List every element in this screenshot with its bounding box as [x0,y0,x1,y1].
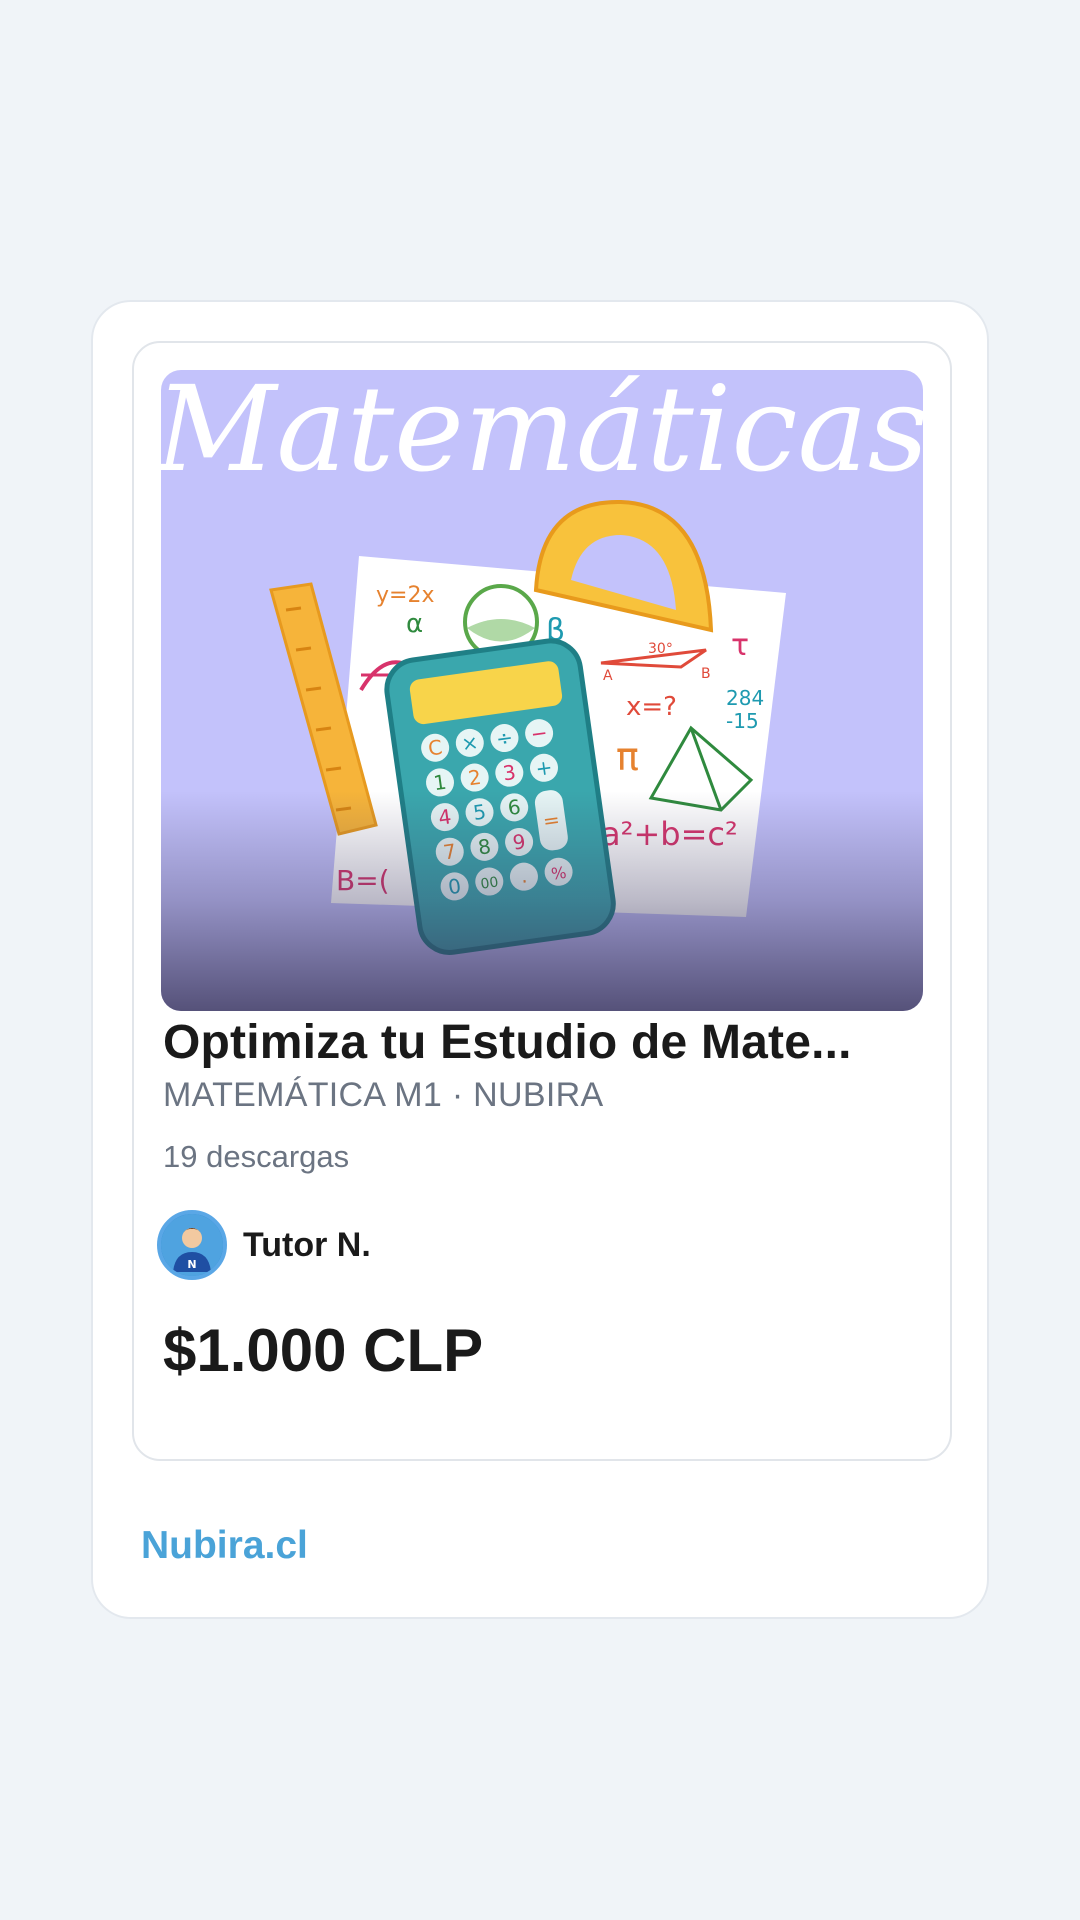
tutor-avatar-icon: N [161,1214,223,1276]
share-card: Matemáticas y=2x α β τ 30° A B x=? 284 -… [91,300,989,1619]
svg-text:−: − [529,720,549,746]
svg-text:+: + [534,755,554,781]
download-count: 19 descargas [163,1139,350,1174]
svg-text:x=?: x=? [626,692,677,722]
avatar: N [157,1210,227,1280]
product-card[interactable]: Matemáticas y=2x α β τ 30° A B x=? 284 -… [132,341,952,1461]
svg-text:π: π [616,735,639,779]
author-name: Tutor N. [243,1225,371,1264]
svg-text:-15: -15 [726,709,759,733]
brand-link[interactable]: Nubira.cl [141,1524,308,1568]
svg-text:N: N [187,1258,196,1271]
svg-text:B: B [701,666,711,682]
cover-title-text: Matemáticas [161,370,923,498]
svg-text:A: A [603,668,613,684]
cover-gradient-overlay [161,791,923,1011]
svg-text:α: α [406,609,423,639]
author-row[interactable]: N Tutor N. [157,1210,371,1280]
product-cover-image[interactable]: Matemáticas y=2x α β τ 30° A B x=? 284 -… [161,370,923,1011]
svg-text:y=2x: y=2x [376,583,434,608]
product-subject-line: MATEMÁTICA M1 · NUBIRA [163,1076,604,1114]
svg-text:÷: ÷ [494,725,514,751]
svg-text:30°: 30° [648,641,673,657]
svg-text:284: 284 [726,686,764,710]
product-price: $1.000 CLP [163,1317,484,1384]
product-title[interactable]: Optimiza tu Estudio de Mate... [163,1015,923,1070]
svg-text:τ: τ [731,628,749,663]
svg-text:×: × [460,730,480,756]
